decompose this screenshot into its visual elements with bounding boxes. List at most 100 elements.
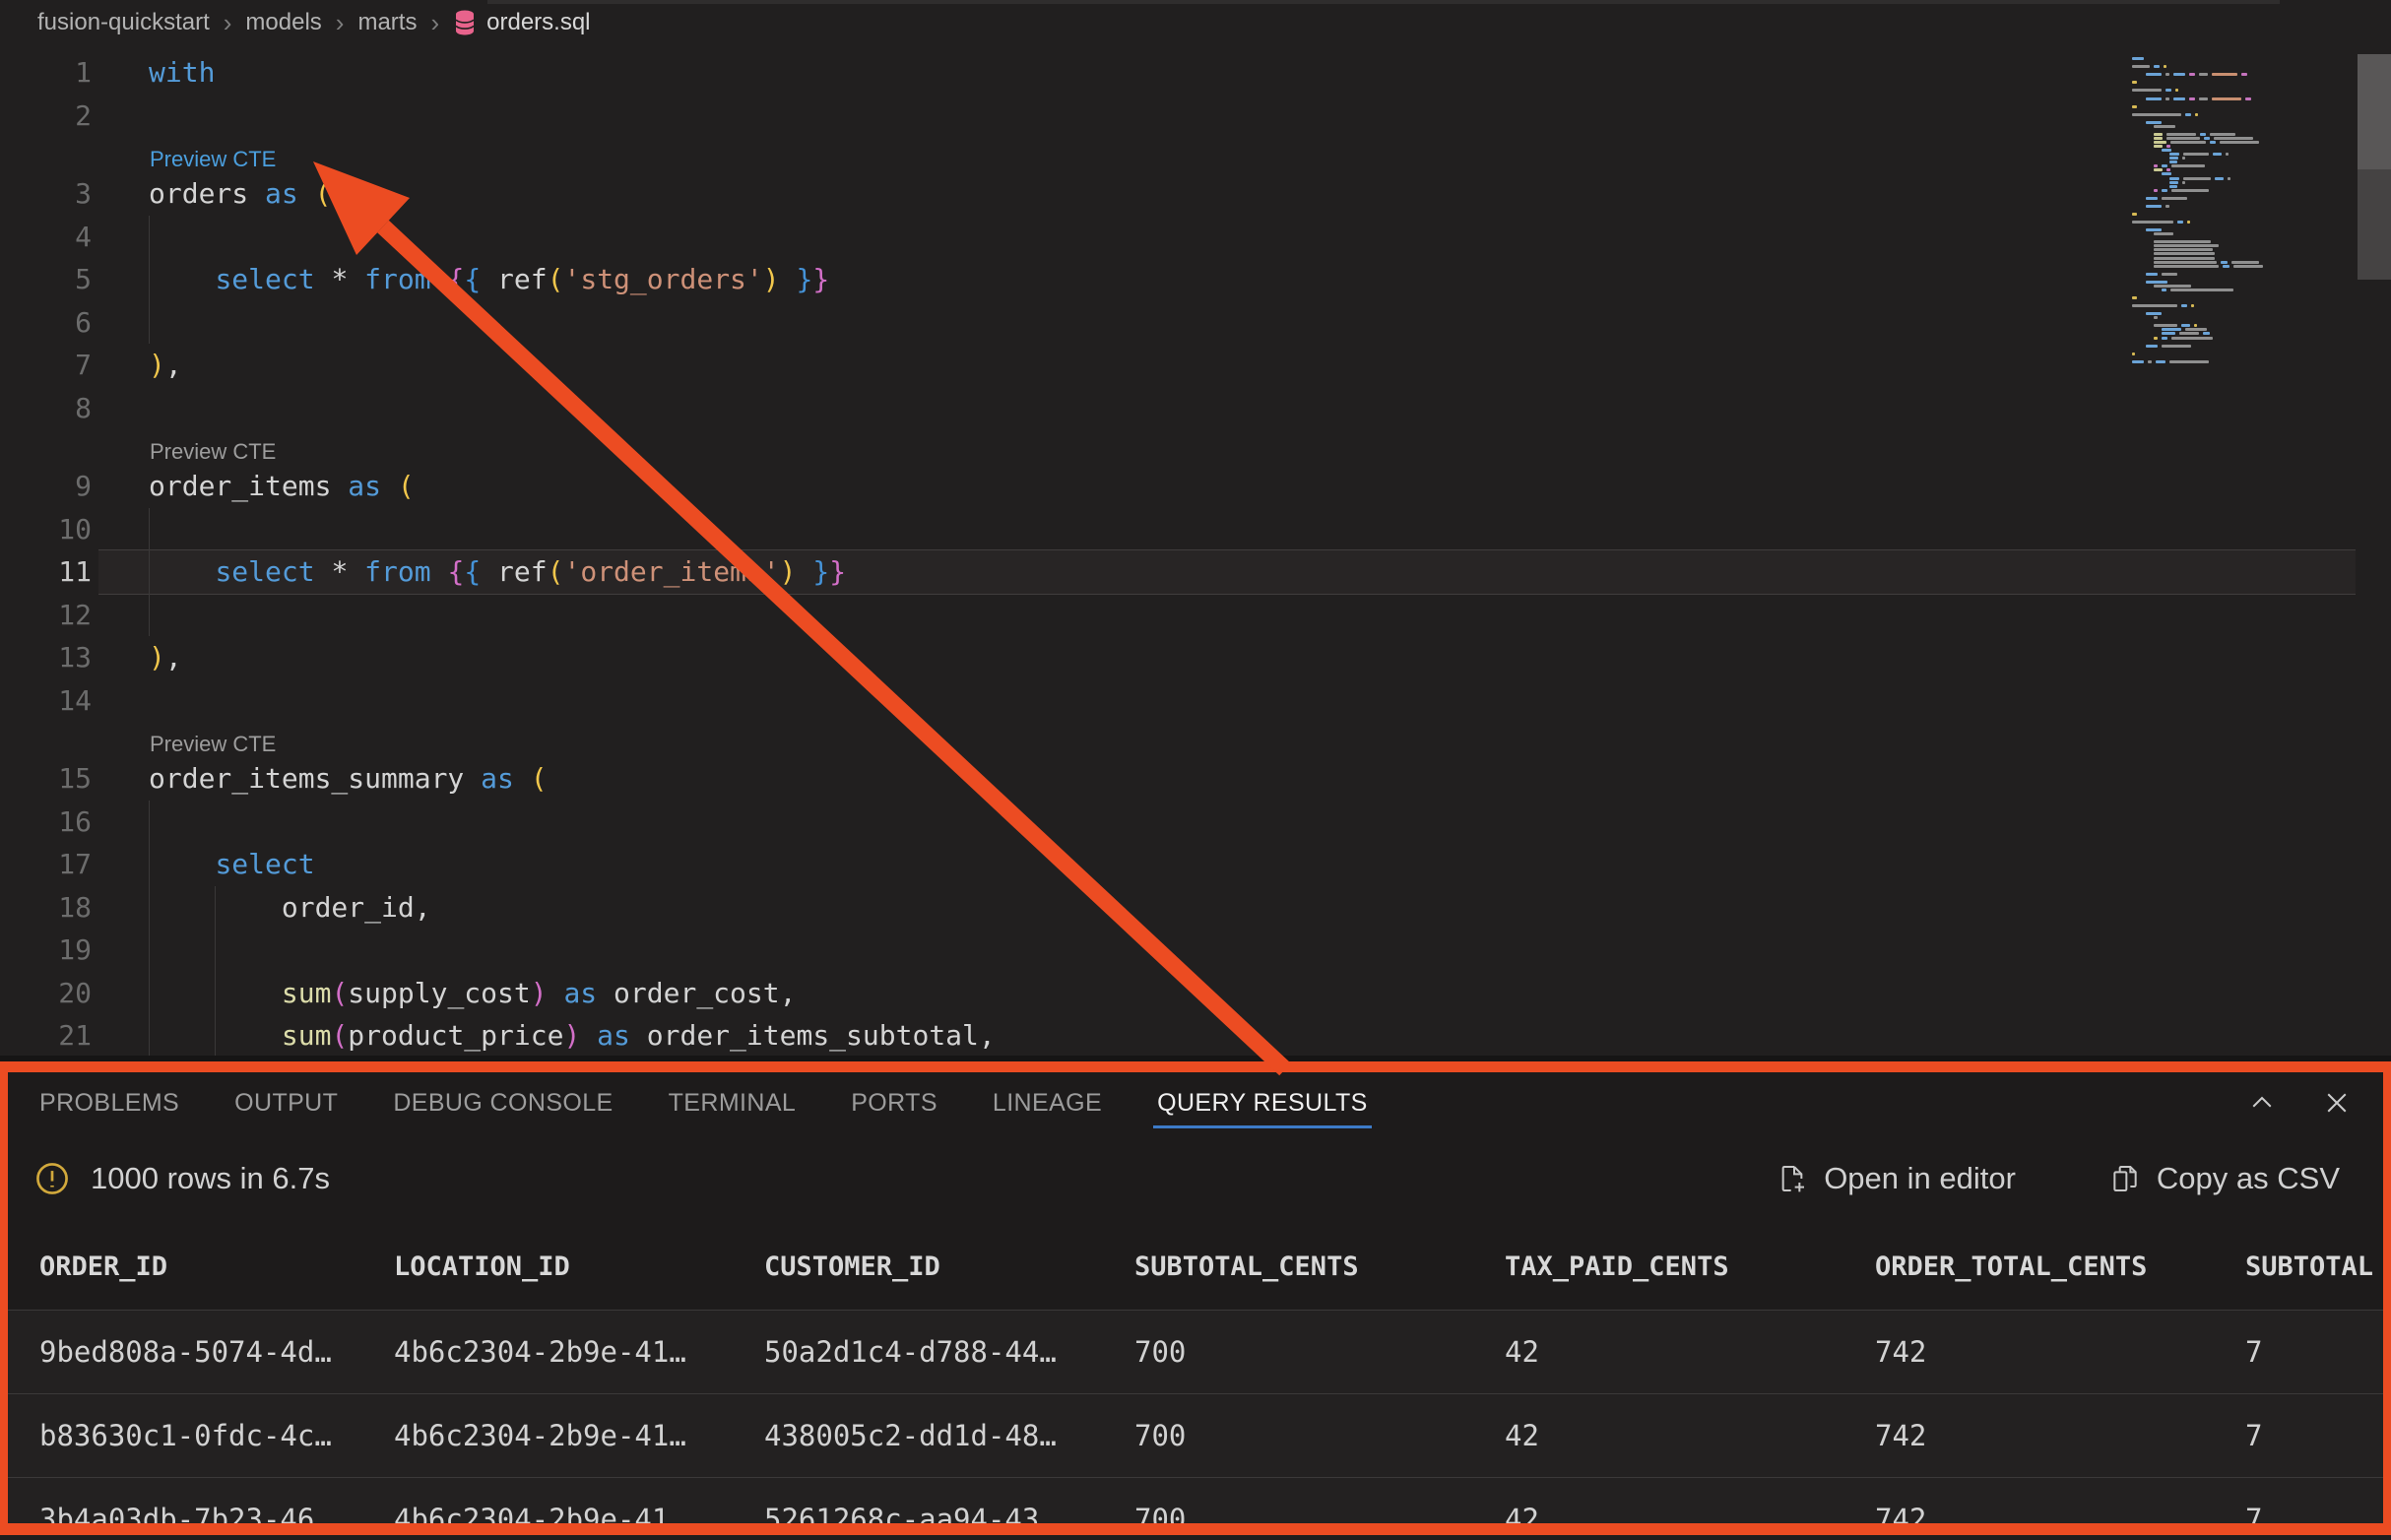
panel-tab-bar: PROBLEMS OUTPUT DEBUG CONSOLE TERMINAL P… [8, 1072, 2383, 1133]
table-row[interactable]: 3b4a03db-7b23-46…4b6c2304-2b9e-41…526126… [8, 1478, 2383, 1535]
tab-lineage[interactable]: LINEAGE [965, 1072, 1130, 1133]
code-line[interactable]: 7), [0, 344, 2391, 387]
line-number: 7 [0, 349, 92, 381]
minimap-line [2146, 73, 2247, 76]
code-line[interactable]: 19 [0, 929, 2391, 972]
column-header: SUBTOTAL_CENTS [1134, 1251, 1505, 1282]
line-number: 14 [0, 684, 92, 717]
minimap-line [2146, 228, 2162, 231]
code-line[interactable]: 6 [0, 301, 2391, 345]
row-count-status: 1000 rows in 6.7s [91, 1161, 330, 1196]
open-in-editor-button[interactable]: Open in editor [1777, 1161, 2016, 1196]
code-line[interactable]: 10 [0, 508, 2391, 551]
code-line[interactable]: 5 select * from {{ ref('stg_orders') }} [0, 258, 2391, 301]
codelens-preview-cte[interactable]: Preview CTE [0, 429, 2391, 465]
table-cell: 7 [2245, 1335, 2383, 1369]
minimap-line [2154, 337, 2213, 340]
table-cell: b83630c1-0fdc-4c… [39, 1419, 394, 1452]
tab-terminal[interactable]: TERMINAL [641, 1072, 824, 1133]
indent-guide [149, 594, 150, 637]
breadcrumb-item-marts[interactable]: marts [357, 9, 417, 36]
minimap-line [2132, 113, 2198, 116]
minimap-line [2154, 189, 2209, 192]
breadcrumb-separator: › [336, 8, 345, 38]
breadcrumb-item-project[interactable]: fusion-quickstart [37, 9, 210, 36]
code-editor[interactable]: fusion-quickstart › models › marts › ord… [0, 0, 2391, 1061]
line-number: 6 [0, 306, 92, 339]
line-number: 19 [0, 933, 92, 966]
minimap-line [2154, 244, 2219, 247]
table-row[interactable]: b83630c1-0fdc-4c…4b6c2304-2b9e-41…438005… [8, 1394, 2383, 1478]
code-line[interactable]: 14 [0, 679, 2391, 723]
table-cell: 4b6c2304-2b9e-41… [394, 1503, 764, 1535]
minimap-line [2146, 205, 2169, 208]
line-number: 18 [0, 891, 92, 924]
tab-ports[interactable]: PORTS [823, 1072, 965, 1133]
minimap[interactable] [2132, 57, 2355, 370]
line-number: 15 [0, 762, 92, 795]
table-cell: 742 [1875, 1419, 2245, 1452]
scrollbar-thumb[interactable] [2358, 54, 2391, 169]
code-line[interactable]: 12 [0, 594, 2391, 637]
code-line[interactable]: 15order_items_summary as ( [0, 757, 2391, 801]
code-line[interactable]: 21 sum(product_price) as order_items_sub… [0, 1014, 2391, 1058]
code-text: with [92, 56, 215, 89]
breadcrumb-item-models[interactable]: models [245, 9, 321, 36]
indent-guide [215, 929, 216, 972]
minimap-line [2154, 252, 2215, 255]
tab-query-results[interactable]: QUERY RESULTS [1130, 1072, 1395, 1133]
minimap-line [2146, 345, 2191, 348]
minimap-line [2132, 89, 2178, 92]
code-line[interactable]: 16 [0, 801, 2391, 844]
tab-problems[interactable]: PROBLEMS [12, 1072, 207, 1133]
line-number: 21 [0, 1019, 92, 1052]
line-number: 10 [0, 513, 92, 545]
code-text: sum(supply_cost) as order_cost, [92, 977, 796, 1009]
results-table-header: ORDER_IDLOCATION_IDCUSTOMER_IDSUBTOTAL_C… [8, 1224, 2383, 1311]
table-cell: 7 [2245, 1503, 2383, 1535]
line-number: 16 [0, 805, 92, 838]
code-line[interactable]: 13), [0, 636, 2391, 679]
code-line[interactable]: 20 sum(supply_cost) as order_cost, [0, 972, 2391, 1015]
table-cell: 4b6c2304-2b9e-41… [394, 1335, 764, 1369]
column-header: ORDER_ID [39, 1251, 394, 1282]
minimap-line [2146, 97, 2251, 100]
code-text: ), [92, 641, 182, 674]
tab-debug-console[interactable]: DEBUG CONSOLE [365, 1072, 640, 1133]
code-line[interactable]: 18 order_id, [0, 886, 2391, 930]
database-icon [453, 10, 477, 35]
codelens-preview-cte[interactable]: Preview CTE [0, 137, 2391, 172]
breadcrumb-item-file[interactable]: orders.sql [453, 9, 590, 36]
minimap-line [2146, 273, 2177, 276]
column-header: ORDER_TOTAL_CENTS [1875, 1251, 2245, 1282]
table-cell: 9bed808a-5074-4d… [39, 1335, 394, 1369]
table-cell: 50a2d1c4-d788-44… [764, 1335, 1134, 1369]
code-line[interactable]: 11 select * from {{ ref('order_items') }… [0, 550, 2391, 594]
code-line[interactable]: 17 select [0, 843, 2391, 886]
minimap-line [2169, 157, 2185, 160]
panel-maximize-button[interactable] [2245, 1086, 2279, 1120]
minimap-line [2132, 81, 2137, 84]
tab-output[interactable]: OUTPUT [207, 1072, 365, 1133]
minimap-line [2154, 168, 2170, 171]
minimap-line [2154, 133, 2235, 136]
copy-icon [2109, 1163, 2141, 1194]
copy-as-csv-button[interactable]: Copy as CSV [2109, 1161, 2340, 1196]
code-line[interactable]: 2 [0, 95, 2391, 138]
code-line[interactable]: 3orders as ( [0, 172, 2391, 216]
code-lines[interactable]: 1with2Preview CTE3orders as (45 select *… [0, 45, 2391, 1058]
breadcrumb-separator: › [430, 8, 439, 38]
file-plus-icon [1777, 1163, 1808, 1194]
codelens-preview-cte[interactable]: Preview CTE [0, 722, 2391, 757]
code-text: ), [92, 349, 182, 381]
column-header: TAX_PAID_CENTS [1505, 1251, 1875, 1282]
table-cell: 42 [1505, 1335, 1875, 1369]
table-row[interactable]: 9bed808a-5074-4d…4b6c2304-2b9e-41…50a2d1… [8, 1311, 2383, 1394]
panel-close-button[interactable] [2320, 1086, 2354, 1120]
column-header: LOCATION_ID [394, 1251, 764, 1282]
code-line[interactable]: 8 [0, 387, 2391, 430]
code-line[interactable]: 4 [0, 216, 2391, 259]
code-line[interactable]: 1with [0, 51, 2391, 95]
indent-guide [149, 801, 150, 844]
code-line[interactable]: 9order_items as ( [0, 465, 2391, 508]
